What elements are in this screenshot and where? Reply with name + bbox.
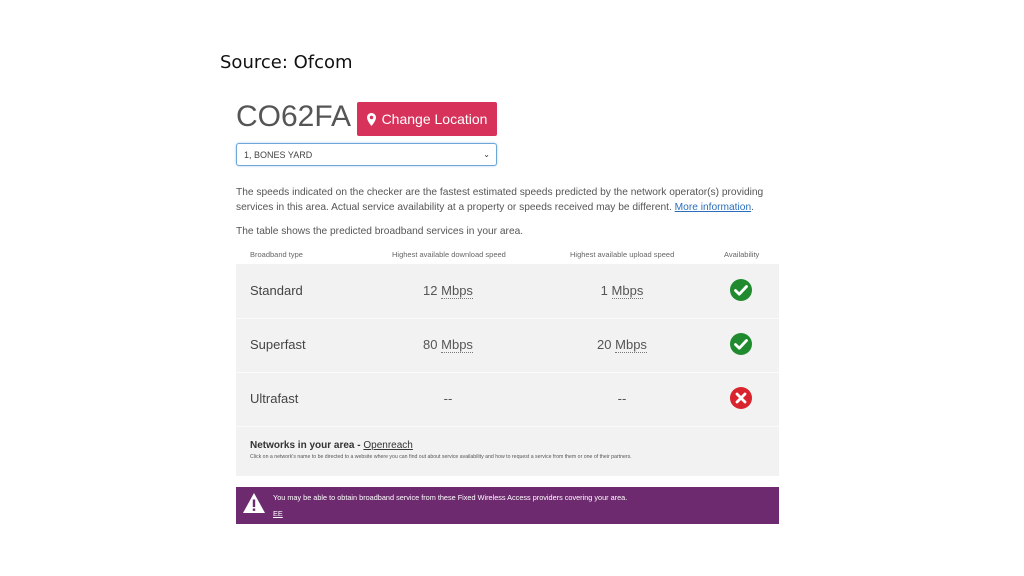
header-download-speed: Highest available download speed — [392, 250, 506, 259]
broadband-type: Superfast — [250, 337, 306, 352]
broadband-type: Ultrafast — [250, 391, 299, 406]
warning-icon — [243, 493, 265, 513]
download-unit: Mbps — [441, 283, 473, 299]
change-location-label: Change Location — [381, 111, 488, 127]
map-marker-icon — [366, 112, 376, 126]
source-caption: Source: Ofcom — [220, 52, 353, 73]
upload-speed: 20 Mbps — [570, 337, 674, 353]
check-circle-icon — [730, 279, 752, 301]
download-speed: 80 Mbps — [396, 337, 500, 353]
upload-value: 1 — [600, 283, 608, 298]
download-value: 80 — [423, 337, 438, 352]
networks-section: Networks in your area - Openreach Click … — [250, 440, 632, 460]
upload-value: -- — [617, 391, 627, 406]
table-header: Broadband type Highest available downloa… — [236, 248, 779, 262]
table-row: Superfast 80 Mbps 20 Mbps — [236, 318, 779, 373]
upload-speed: -- — [570, 391, 674, 406]
table-row: Standard 12 Mbps 1 Mbps — [236, 264, 779, 319]
fwa-banner: You may be able to obtain broadband serv… — [236, 487, 779, 524]
change-location-button[interactable]: Change Location — [357, 102, 497, 136]
ee-provider-link[interactable]: EE — [273, 509, 283, 518]
download-speed: -- — [396, 391, 500, 406]
upload-speed: 1 Mbps — [570, 283, 674, 299]
broadband-type: Standard — [250, 283, 303, 298]
upload-unit: Mbps — [615, 337, 647, 353]
header-broadband-type: Broadband type — [250, 250, 303, 259]
download-value: 12 — [423, 283, 438, 298]
address-select[interactable]: 1, BONES YARD ⌄ — [236, 143, 497, 166]
download-speed: 12 Mbps — [396, 283, 500, 299]
more-information-link[interactable]: More information — [675, 202, 751, 213]
networks-note: Click on a network's name to be directed… — [250, 454, 632, 460]
openreach-link[interactable]: Openreach — [363, 440, 412, 451]
networks-label: Networks in your area - — [250, 440, 364, 451]
networks-heading: Networks in your area - Openreach — [250, 440, 632, 451]
download-value: -- — [443, 391, 453, 406]
postcode-title: CO62FA — [236, 100, 352, 133]
cross-circle-icon — [730, 387, 752, 409]
broadband-table: Standard 12 Mbps 1 Mbps Superfast 80 Mbp… — [236, 264, 779, 476]
header-availability: Availability — [724, 250, 760, 259]
table-row: Ultrafast -- -- — [236, 372, 779, 427]
upload-value: 20 — [597, 337, 612, 352]
header-upload-speed: Highest available upload speed — [570, 250, 675, 259]
check-circle-icon — [730, 333, 752, 355]
fwa-message: You may be able to obtain broadband serv… — [273, 493, 628, 502]
intro-paragraph: The speeds indicated on the checker are … — [236, 186, 781, 215]
address-select-value: 1, BONES YARD — [244, 149, 313, 160]
download-unit: Mbps — [441, 337, 473, 353]
intro-end: . — [751, 201, 754, 213]
table-intro: The table shows the predicted broadband … — [236, 226, 524, 237]
chevron-down-icon: ⌄ — [483, 150, 490, 159]
upload-unit: Mbps — [611, 283, 644, 299]
